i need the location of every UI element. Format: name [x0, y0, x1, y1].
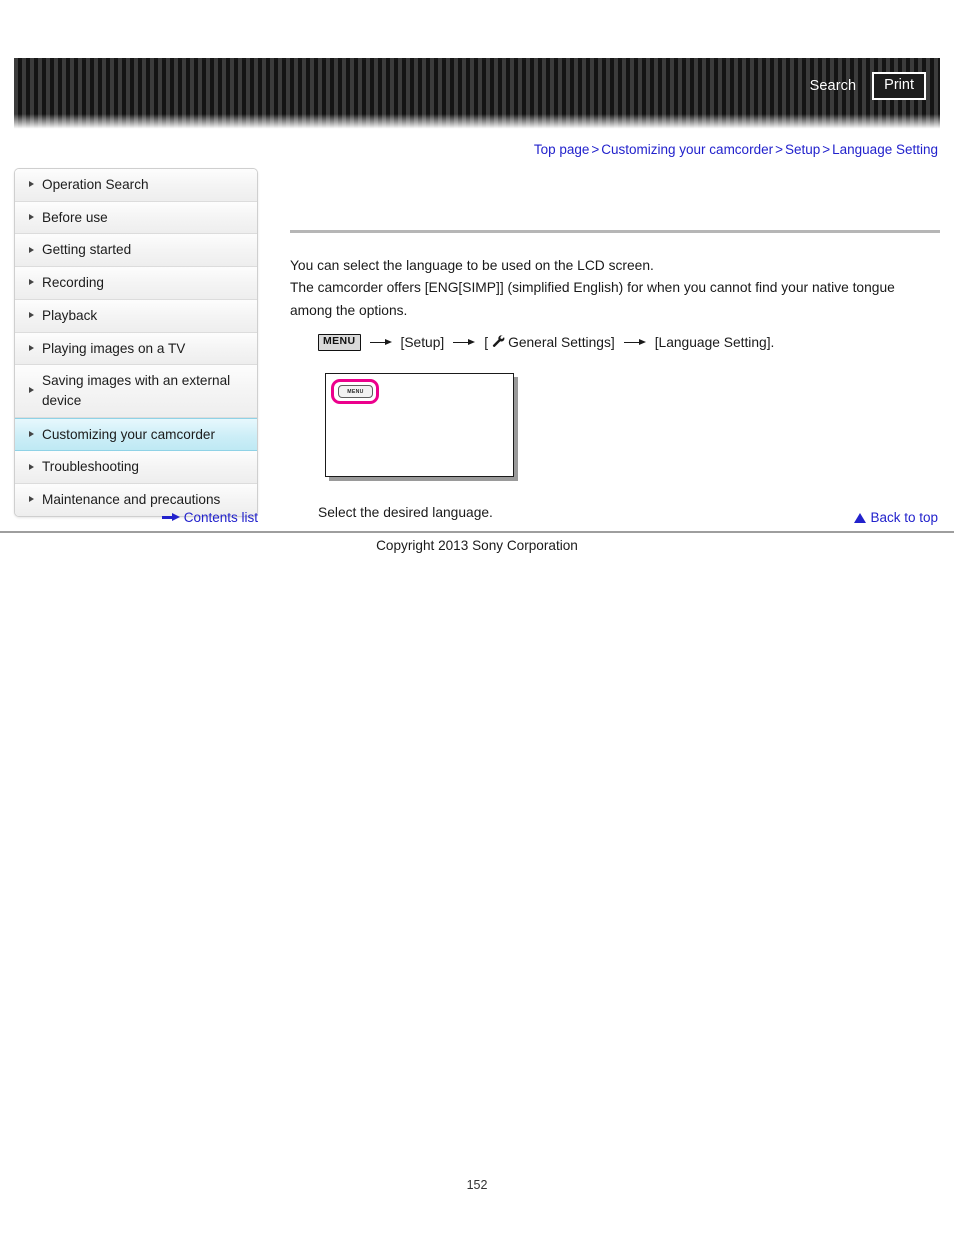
contents-list-label: Contents list: [183, 510, 258, 525]
arrow-right-icon: [623, 338, 646, 348]
lcd-screen-illustration: MENU: [325, 373, 520, 485]
sidebar-item-recording[interactable]: Recording: [15, 267, 257, 300]
breadcrumb-item-setup[interactable]: Setup: [785, 142, 820, 157]
main-content: You can select the language to be used o…: [290, 168, 940, 520]
breadcrumb-separator: >: [822, 142, 831, 157]
sidebar-item-customizing-your-camcorder[interactable]: Customizing your camcorder: [15, 417, 257, 452]
header-banner: Search Print: [14, 58, 940, 130]
sidebar-item-label: Customizing your camcorder: [42, 426, 216, 442]
sidebar-item-label: Getting started: [42, 242, 132, 258]
sidebar-item-label: Playing images on a TV: [42, 340, 186, 356]
arrow-right-icon: [161, 513, 180, 522]
sidebar-item-label: Playback: [42, 307, 98, 323]
breadcrumb-separator: >: [775, 142, 783, 157]
arrow-right-icon: [369, 338, 392, 348]
sidebar-item-playing-images-on-a-tv[interactable]: Playing images on a TV: [15, 332, 257, 366]
search-button[interactable]: Search: [810, 78, 857, 94]
contents-list-row: Contents list: [14, 510, 258, 525]
sidebar-item-saving-images-with-an-external-device[interactable]: Saving images with an external device: [15, 365, 257, 418]
menu-path-step-setup: [Setup]: [400, 335, 445, 351]
sidebar-item-before-use[interactable]: Before use: [15, 201, 257, 235]
breadcrumb-item-language-setting[interactable]: Language Setting: [832, 142, 938, 157]
menu-path-step-general-settings: General Settings]: [508, 335, 615, 351]
paragraph-1: You can select the language to be used o…: [290, 258, 654, 273]
wrench-icon: [491, 334, 505, 351]
sidebar-item-playback[interactable]: Playback: [15, 299, 257, 333]
triangle-right-icon: [29, 496, 34, 503]
sidebar-item-getting-started[interactable]: Getting started: [15, 234, 257, 268]
triangle-right-icon: [29, 312, 34, 319]
triangle-right-icon: [29, 181, 34, 188]
triangle-right-icon: [29, 387, 34, 394]
print-button[interactable]: Print: [872, 72, 926, 100]
triangle-right-icon: [29, 279, 34, 286]
highlight-callout-box: [331, 379, 379, 405]
triangle-right-icon: [29, 246, 34, 253]
breadcrumb-item-top-page[interactable]: Top page: [534, 142, 590, 157]
back-to-top-link[interactable]: Back to top: [854, 510, 938, 525]
sidebar-item-label: Before use: [42, 209, 108, 225]
sidebar-item-troubleshooting[interactable]: Troubleshooting: [15, 451, 257, 485]
menu-path-bracket-open: [: [484, 335, 489, 351]
menu-button-chip[interactable]: MENU: [318, 334, 361, 351]
content-divider: [290, 230, 940, 233]
back-to-top-label: Back to top: [870, 510, 938, 525]
paragraph-2: The camcorder offers [ENG[SIMP]] (simpli…: [290, 280, 895, 318]
contents-list-link[interactable]: Contents list: [161, 510, 258, 525]
arrow-right-icon: [453, 338, 476, 348]
sidebar-item-label: Operation Search: [42, 177, 149, 192]
breadcrumb-item-customizing-your-camcorder[interactable]: Customizing your camcorder: [601, 142, 773, 157]
page-number: 152: [466, 1178, 488, 1192]
copyright-text: Copyright 2013 Sony Corporation: [376, 538, 578, 553]
breadcrumb: Top page > Customizing your camcorder > Setu…: [534, 142, 938, 157]
triangle-up-icon: [854, 512, 867, 523]
header-tools: Search Print: [810, 58, 926, 114]
illustration-caption: Select the desired language.: [318, 505, 493, 521]
breadcrumb-separator: >: [591, 142, 600, 157]
sidebar-item-label: Recording: [42, 275, 104, 291]
triangle-right-icon: [29, 430, 34, 437]
sidebar-item-label: Troubleshooting: [42, 459, 139, 475]
menu-path-step-language-setting: [Language Setting].: [654, 335, 775, 351]
sidebar-item-label: Maintenance and precautions: [42, 492, 221, 508]
sidebar-item-operation-search[interactable]: Operation Search: [15, 169, 257, 202]
body-text: You can select the language to be used o…: [290, 255, 940, 322]
sidebar-navigation: Operation Search Before use Getting star…: [14, 168, 258, 517]
sidebar-item-label: Saving images with an external device: [42, 373, 231, 408]
header-fade-overlay: [14, 114, 940, 130]
triangle-right-icon: [29, 344, 34, 351]
menu-path-flow: MENU [Setup] [ General Settings] [Langua…: [318, 334, 940, 351]
triangle-right-icon: [29, 463, 34, 470]
triangle-right-icon: [29, 214, 34, 221]
